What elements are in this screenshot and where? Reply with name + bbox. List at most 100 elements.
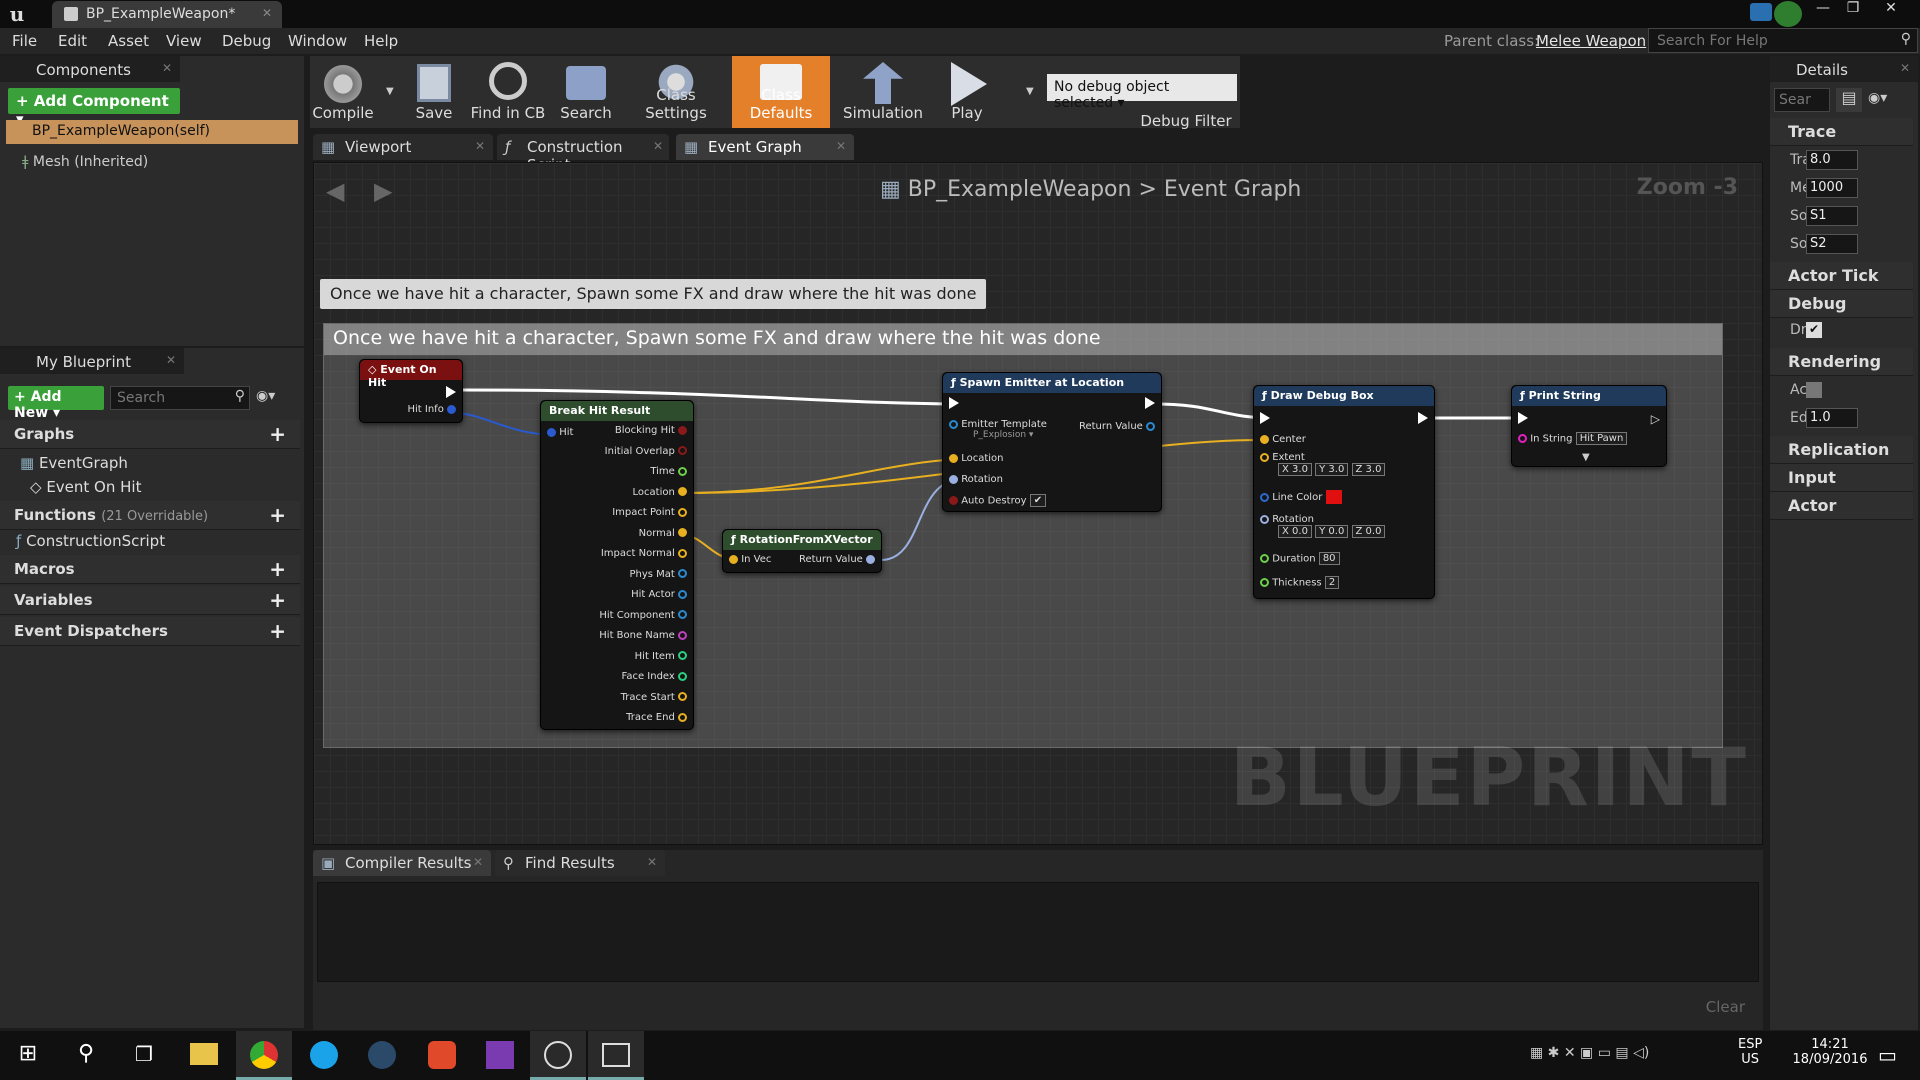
exec-out-pin[interactable] xyxy=(1145,397,1155,409)
play-options-dropdown[interactable]: ▼ xyxy=(1024,56,1038,128)
task-view-icon[interactable]: ❐ xyxy=(116,1031,172,1080)
add-component-button[interactable]: + Add Component ▾ xyxy=(8,88,180,128)
tab-event-graph[interactable]: ▦ Event Graph ✕ xyxy=(676,134,854,160)
compile-options-dropdown[interactable]: ▼ xyxy=(384,56,398,128)
auto-destroy-checkbox[interactable]: ✔ xyxy=(1029,494,1047,507)
chrome-icon[interactable] xyxy=(236,1031,292,1080)
in-string-pin[interactable]: In String Hit Pawn xyxy=(1518,432,1628,445)
close-tab-icon[interactable]: ✕ xyxy=(166,353,176,367)
spawn-rotation-pin[interactable]: Rotation xyxy=(949,474,1003,485)
add-dispatcher-icon[interactable]: + xyxy=(269,619,286,643)
spawn-location-pin[interactable]: Location xyxy=(949,453,1003,464)
extent-pin[interactable]: Extent X 3.0 Y 3.0 Z 3.0 xyxy=(1260,452,1386,476)
close-tab-icon[interactable]: ✕ xyxy=(475,139,485,153)
tab-viewport[interactable]: ▦ Viewport ✕ xyxy=(313,134,493,160)
add-function-icon[interactable]: + xyxy=(269,503,286,527)
system-tray-icons[interactable]: ▦ ✱ ✕ ▣ ▭ ▤ ◁) xyxy=(1530,1045,1649,1061)
trace-property-value[interactable]: 8.0 xyxy=(1806,150,1858,170)
tab-compiler-results[interactable]: ▣ Compiler Results ✕ xyxy=(313,850,491,876)
menu-edit[interactable]: Edit xyxy=(58,32,87,50)
menu-view[interactable]: View xyxy=(166,32,202,50)
extent-x-field[interactable]: X 3.0 xyxy=(1278,463,1312,476)
extent-z-field[interactable]: Z 3.0 xyxy=(1351,463,1386,476)
break-hit-output-pin[interactable]: Face Index xyxy=(621,671,687,682)
menu-debug[interactable]: Debug xyxy=(222,32,271,50)
construction-script-item[interactable]: ƒ ConstructionScript xyxy=(16,532,165,550)
extent-y-field[interactable]: Y 3.0 xyxy=(1315,463,1349,476)
components-tab[interactable]: Components ✕ xyxy=(0,56,180,82)
details-tab[interactable]: Details ✕ xyxy=(1770,56,1918,82)
simulation-button[interactable]: Simulation xyxy=(838,56,928,128)
break-hit-output-pin[interactable]: Phys Mat xyxy=(629,569,687,580)
spawn-return-pin[interactable]: Return Value xyxy=(1079,421,1155,432)
thickness-pin[interactable]: Thickness 2 xyxy=(1260,576,1340,589)
section-graphs[interactable]: Graphs + xyxy=(0,420,300,449)
help-search-input[interactable]: Search For Help ⚲ xyxy=(1648,28,1918,53)
debug-object-select[interactable]: No debug object selected ▾ xyxy=(1047,74,1237,111)
class-defaults-button[interactable]: Class Defaults xyxy=(732,56,830,128)
hit-info-pin[interactable]: Hit Info xyxy=(407,404,456,415)
rotation-x-field[interactable]: X 0.0 xyxy=(1278,525,1312,538)
compile-button[interactable]: Compile xyxy=(310,56,376,128)
find-in-cb-button[interactable]: Find in CB xyxy=(468,56,548,128)
my-blueprint-tab[interactable]: My Blueprint ✕ xyxy=(0,348,184,374)
event-on-hit-item[interactable]: ◇ Event On Hit xyxy=(30,478,141,496)
exec-out-pin[interactable] xyxy=(446,386,456,398)
break-hit-output-pin[interactable]: Impact Point xyxy=(612,507,687,518)
section-event-dispatchers[interactable]: Event Dispatchers + xyxy=(0,617,300,646)
action-center-icon[interactable]: ▭ xyxy=(1878,1043,1897,1067)
node-print-string[interactable]: ƒ Print String ▷ In String Hit Pawn ▼ xyxy=(1511,385,1667,467)
duration-pin[interactable]: Duration 80 xyxy=(1260,552,1340,565)
break-hit-output-pin[interactable]: Blocking Hit xyxy=(615,425,687,436)
category-replication[interactable]: Replication xyxy=(1770,436,1913,464)
section-functions[interactable]: Functions (21 Overridable) + xyxy=(0,501,300,530)
exec-in-pin[interactable] xyxy=(1518,412,1528,424)
menu-help[interactable]: Help xyxy=(364,32,398,50)
language-indicator[interactable]: ESP US xyxy=(1738,1037,1762,1067)
trace-property-value[interactable]: 1000 xyxy=(1806,178,1858,198)
close-tab-icon[interactable]: ✕ xyxy=(1900,61,1910,75)
debug-draw-checkbox[interactable]: ✔ xyxy=(1806,322,1822,338)
node-event-on-hit[interactable]: ◇ Event On Hit Hit Info xyxy=(359,359,463,423)
edit-value-field[interactable]: 1.0 xyxy=(1806,408,1858,428)
compiler-output-area[interactable] xyxy=(317,882,1759,982)
node-draw-debug-box[interactable]: ƒ Draw Debug Box Center Extent X 3.0 Y 3.… xyxy=(1253,385,1435,599)
vivaldi-icon[interactable] xyxy=(414,1031,470,1080)
tab-find-results[interactable]: ⚲ Find Results ✕ xyxy=(495,850,665,876)
clear-button[interactable]: Clear xyxy=(1706,998,1745,1016)
windows-start-icon[interactable]: ⊞ xyxy=(0,1031,56,1080)
trace-property-value[interactable]: S2 xyxy=(1806,234,1858,254)
break-hit-output-pin[interactable]: Hit Actor xyxy=(631,589,687,600)
exec-out-pin[interactable]: ▷ xyxy=(1650,412,1660,426)
component-self-item[interactable]: BP_ExampleWeapon(self) xyxy=(6,120,298,144)
exec-in-pin[interactable] xyxy=(949,397,959,409)
trace-property-value[interactable]: S1 xyxy=(1806,206,1858,226)
rotation-z-field[interactable]: Z 0.0 xyxy=(1351,525,1386,538)
break-hit-output-pin[interactable]: Hit Component xyxy=(599,610,687,621)
close-window-icon[interactable]: ✕ xyxy=(1878,0,1904,20)
unreal-editor-taskbar-icon[interactable] xyxy=(530,1031,586,1080)
unreal-logo-icon[interactable]: u xyxy=(4,2,30,26)
emitter-template-pin[interactable]: Emitter Template P_Explosion ▾ xyxy=(949,419,1047,440)
hit-in-pin[interactable]: Hit xyxy=(547,427,573,438)
save-button[interactable]: Save xyxy=(406,56,462,128)
property-matrix-icon[interactable]: ▤ xyxy=(1836,88,1862,112)
close-tab-icon[interactable]: ✕ xyxy=(653,139,663,153)
close-tab-icon[interactable]: ✕ xyxy=(473,855,483,869)
menu-file[interactable]: File xyxy=(12,32,37,50)
menu-asset[interactable]: Asset xyxy=(108,32,149,50)
act-checkbox[interactable] xyxy=(1806,382,1822,398)
center-pin[interactable]: Center xyxy=(1260,434,1306,445)
break-hit-output-pin[interactable]: Time xyxy=(650,466,687,477)
emitter-template-value[interactable]: P_Explosion ▾ xyxy=(973,430,1047,440)
steam-icon[interactable] xyxy=(354,1031,410,1080)
add-graph-icon[interactable]: + xyxy=(269,422,286,446)
break-hit-output-pin[interactable]: Hit Bone Name xyxy=(599,630,687,641)
file-explorer-icon[interactable] xyxy=(176,1031,232,1080)
skype-icon[interactable] xyxy=(296,1031,352,1080)
break-hit-output-pin[interactable]: Initial Overlap xyxy=(605,446,687,457)
minimize-icon[interactable]: — xyxy=(1810,0,1836,20)
close-tab-icon[interactable]: ✕ xyxy=(836,139,846,153)
line-color-swatch[interactable] xyxy=(1325,490,1342,504)
expand-arrow-icon[interactable]: ▼ xyxy=(1582,452,1590,463)
